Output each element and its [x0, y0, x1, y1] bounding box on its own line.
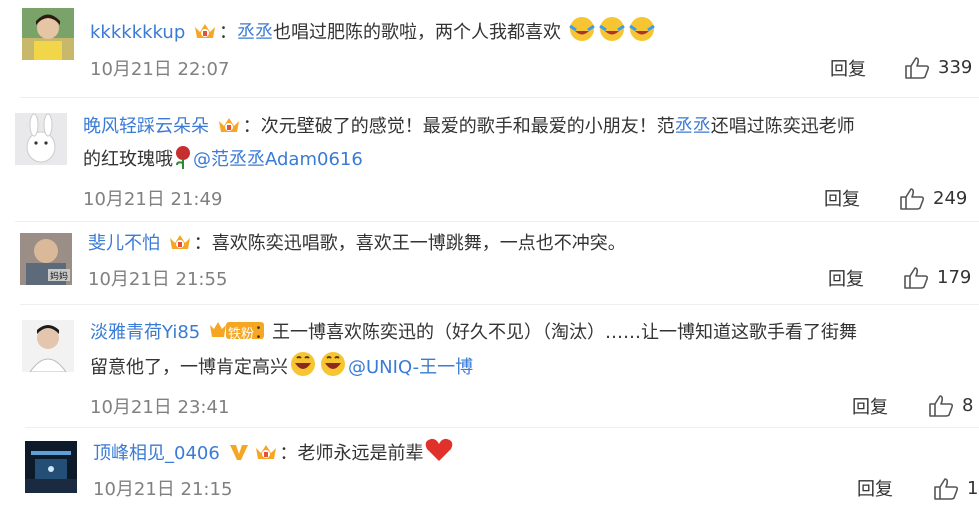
username[interactable]: 顶峰相见_0406: [93, 443, 220, 464]
like-count: 249: [933, 188, 968, 209]
mention-link[interactable]: @范丞丞Adam0616: [193, 149, 363, 170]
comment-text: 斐儿不怕 ：喜欢陈奕迅唱歌，喜欢王一博跳舞，一点也不冲突。: [88, 229, 958, 262]
laughing-crying-emoji: [627, 16, 657, 52]
comment-body-line2: 留意他了，一博肯定高兴: [90, 357, 288, 378]
verified-v-icon[interactable]: [228, 442, 250, 472]
avatar[interactable]: [22, 320, 74, 372]
divider: [20, 97, 979, 98]
username[interactable]: 晚风轻踩云朵朵: [83, 116, 209, 137]
comment-text: kkkkkkkup ：丞丞也唱过肥陈的歌啦，两个人我都喜欢: [90, 16, 890, 52]
like-button[interactable]: 339: [904, 56, 972, 80]
comment-body-rest: 还唱过陈奕迅老师: [710, 116, 855, 137]
reply-button[interactable]: 回复: [824, 188, 860, 212]
thumbs-up-icon: [904, 267, 929, 289]
comment-body-line2: 的红玫瑰哦: [83, 149, 173, 170]
rose-emoji: [173, 145, 193, 179]
reply-button[interactable]: 回复: [828, 268, 864, 292]
grinning-emoji: [318, 351, 348, 387]
grinning-emoji: [288, 351, 318, 387]
keyword-highlight[interactable]: 丞丞: [675, 116, 711, 137]
username[interactable]: kkkkkkkup: [90, 22, 185, 43]
fan-badge-label: 铁粉: [228, 327, 255, 342]
comment-text: 淡雅青荷Yi85 铁粉：王一博喜欢陈奕迅的（好久不见）（淘汰）……让一博知道这歌…: [90, 318, 970, 387]
thumbs-up-icon: [905, 57, 930, 79]
comment-body: ：: [218, 22, 237, 43]
thumbs-up-icon: [900, 188, 925, 210]
comment-timestamp: 10月21日 23:41: [90, 397, 230, 418]
comment-timestamp: 10月21日 21:15: [93, 479, 233, 500]
comment-timestamp: 10月21日 21:49: [83, 189, 223, 210]
svg-text:妈妈: 妈妈: [50, 270, 68, 282]
like-count: 8: [962, 395, 974, 416]
avatar[interactable]: 妈妈: [20, 233, 72, 285]
keyword-highlight[interactable]: 丞丞: [237, 22, 273, 43]
comment-timestamp: 10月21日 22:07: [90, 59, 230, 80]
reply-button[interactable]: 回复: [852, 396, 888, 420]
like-button[interactable]: 8: [928, 394, 973, 418]
comment-timestamp: 10月21日 21:55: [88, 269, 228, 290]
comment-body-rest: 也唱过肥陈的歌啦，两个人我都喜欢: [272, 22, 561, 43]
like-count: 1: [967, 478, 979, 499]
heart-emoji: [424, 437, 454, 473]
member-crown-icon[interactable]: [254, 442, 278, 472]
member-crown-icon[interactable]: [193, 21, 217, 51]
comment-body: ：王一博喜欢陈奕迅的（好久不见）（淘汰）……让一博知道这歌手看了街舞: [254, 322, 858, 343]
reply-button[interactable]: 回复: [857, 478, 893, 502]
divider: [15, 221, 979, 222]
comment-body: ：老师永远是前辈: [279, 443, 424, 464]
member-crown-icon[interactable]: [168, 232, 192, 262]
thumbs-up-icon: [929, 395, 954, 417]
divider: [20, 304, 979, 305]
member-crown-icon[interactable]: [217, 115, 241, 145]
username[interactable]: 斐儿不怕: [88, 233, 160, 254]
like-button[interactable]: 179: [903, 266, 971, 290]
comment-text: 晚风轻踩云朵朵 ：次元壁破了的感觉！最爱的歌手和最爱的小朋友！范丞丞还唱过陈奕迅…: [83, 112, 963, 179]
like-button[interactable]: 1: [933, 477, 978, 501]
avatar[interactable]: [22, 8, 74, 60]
mention-link[interactable]: @UNIQ-王一博: [348, 357, 473, 378]
avatar[interactable]: [25, 441, 77, 493]
like-count: 179: [937, 267, 972, 288]
avatar[interactable]: [15, 113, 67, 165]
comment-text: 顶峰相见_0406 ：老师永远是前辈: [93, 437, 943, 473]
comment-body: ：次元壁破了的感觉！最爱的歌手和最爱的小朋友！范: [242, 116, 675, 137]
comment-body: ：喜欢陈奕迅唱歌，喜欢王一博跳舞，一点也不冲突。: [193, 233, 626, 254]
like-count: 339: [938, 57, 973, 78]
laughing-crying-emoji: [567, 16, 597, 52]
like-button[interactable]: 249: [899, 187, 967, 211]
divider: [25, 427, 979, 428]
username[interactable]: 淡雅青荷Yi85: [90, 322, 200, 343]
reply-button[interactable]: 回复: [830, 58, 866, 82]
laughing-crying-emoji: [597, 16, 627, 52]
thumbs-up-icon: [934, 478, 959, 500]
